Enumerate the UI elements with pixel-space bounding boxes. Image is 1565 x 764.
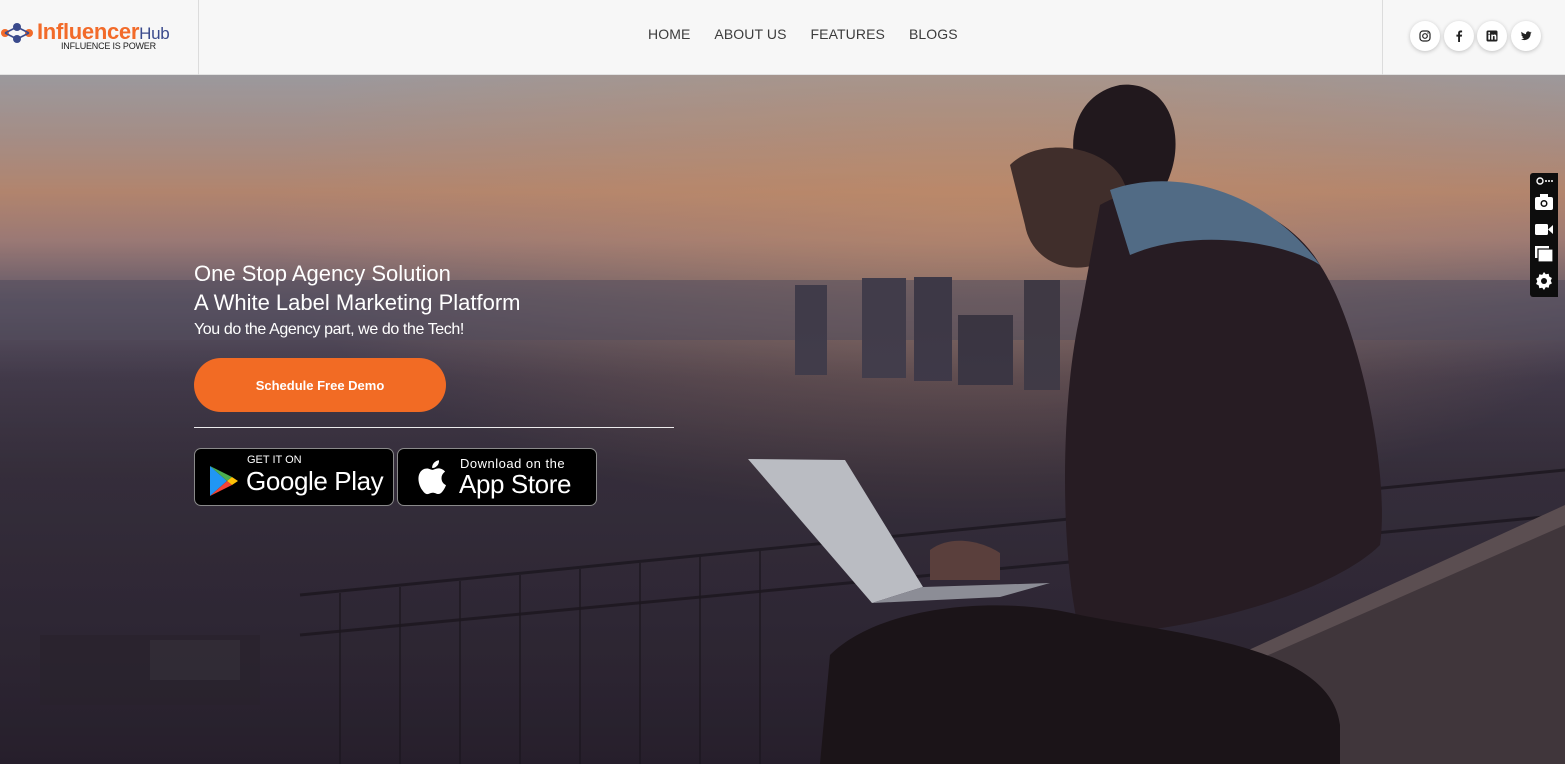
hero-title-line1: One Stop Agency Solution [194,261,451,286]
main-nav: HOME ABOUT US FEATURES BLOGS [636,26,970,42]
facebook-icon [1455,30,1462,42]
google-play-button[interactable]: GET IT ON Google Play [194,448,394,506]
windows-icon[interactable] [1534,244,1554,264]
instagram-icon [1419,30,1431,42]
floating-toolbar [1530,173,1558,297]
logo-mark-icon [1,23,33,43]
app-store-button[interactable]: Download on the App Store [397,448,597,506]
camera-icon[interactable] [1534,192,1554,212]
social-links [1382,0,1565,75]
hero-subtitle: You do the Agency part, we do the Tech! [194,321,464,338]
google-play-big-text: Google Play [246,466,384,496]
hero-section: One Stop Agency Solution A White Label M… [0,75,1565,764]
settings-icon[interactable] [1534,271,1554,291]
instagram-button[interactable] [1410,21,1440,51]
apple-icon [418,460,446,495]
linkedin-icon [1486,30,1498,42]
nav-features[interactable]: FEATURES [811,26,885,42]
nav-home[interactable]: HOME [648,26,690,42]
brand-tagline: INFLUENCE IS POWER [61,41,156,51]
video-icon[interactable] [1534,219,1554,239]
google-play-icon [210,466,238,496]
nav-about-us[interactable]: ABOUT US [714,26,786,42]
divider [194,427,674,428]
linkedin-button[interactable] [1477,21,1507,51]
schedule-demo-button[interactable]: Schedule Free Demo [194,358,446,412]
top-header: InfluencerHub INFLUENCE IS POWER HOME AB… [0,0,1565,75]
twitter-button[interactable] [1510,21,1541,51]
brand-logo[interactable]: InfluencerHub INFLUENCE IS POWER [0,0,199,75]
hero-content: One Stop Agency Solution A White Label M… [194,259,674,506]
google-play-small-text: GET IT ON [247,454,302,466]
hero-title-line2: A White Label Marketing Platform [194,290,521,315]
hero-overlay [0,75,1565,764]
twitter-icon [1520,31,1532,41]
facebook-button[interactable] [1443,21,1474,51]
link-icon[interactable] [1534,175,1554,187]
nav-blogs[interactable]: BLOGS [909,26,958,42]
app-store-big-text: App Store [459,469,572,499]
